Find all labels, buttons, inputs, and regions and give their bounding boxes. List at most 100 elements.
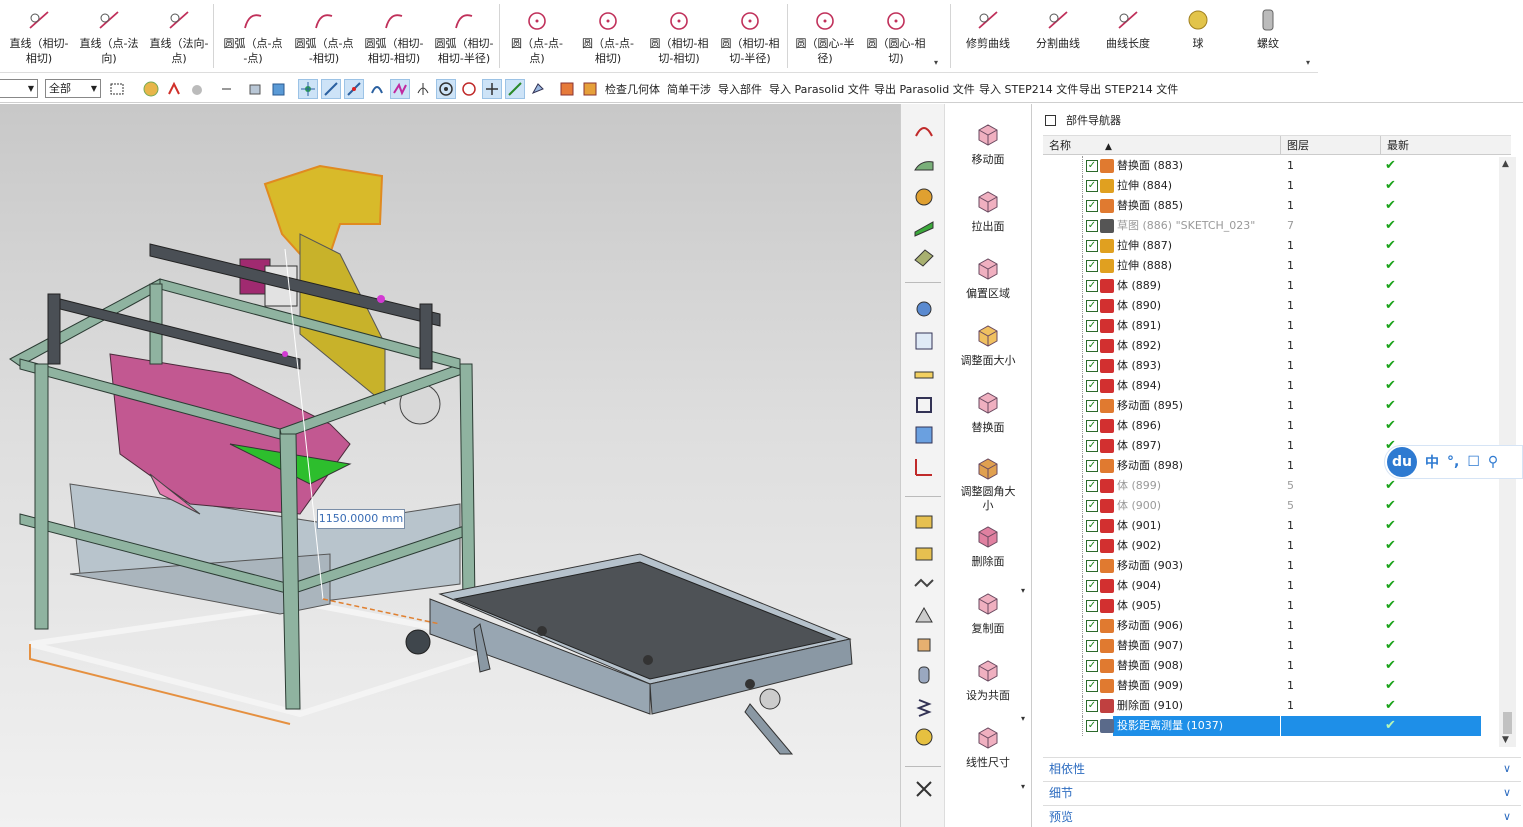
cube-view-icon[interactable] <box>269 79 289 99</box>
cylinder-icon[interactable] <box>911 662 937 688</box>
interference-icon[interactable] <box>580 79 600 99</box>
feature-button-4[interactable]: 替换面 <box>945 380 1031 446</box>
export-parasolid-link[interactable]: 导出 Parasolid 文件 <box>874 81 975 97</box>
tree-row[interactable]: ✓ 体 (893) 1 ✔ <box>1043 356 1511 376</box>
visibility-checkbox[interactable]: ✓ <box>1086 640 1098 652</box>
visibility-checkbox[interactable]: ✓ <box>1086 200 1098 212</box>
graphics-window[interactable]: 1150.0000 mm <box>0 104 900 827</box>
wave-icon[interactable] <box>911 570 937 596</box>
scope-filter-select[interactable]: 全部 ▼ <box>45 79 101 98</box>
more-options-icon[interactable]: ▾ <box>1021 714 1025 723</box>
tree-row[interactable]: ✓ 体 (900) 5 ✔ <box>1043 496 1511 516</box>
visibility-checkbox[interactable]: ✓ <box>1086 340 1098 352</box>
tree-row[interactable]: ✓ 体 (904) 1 ✔ <box>1043 576 1511 596</box>
simple-interference-link[interactable]: 简单干涉 <box>667 81 711 97</box>
snap-center-icon[interactable] <box>436 79 456 99</box>
ribbon-more-icon[interactable]: ▾ <box>1306 58 1310 67</box>
tree-row[interactable]: ✓ 替换面 (885) 1 ✔ <box>1043 196 1511 216</box>
fit-view-icon[interactable] <box>911 392 937 418</box>
ribbon-button-6[interactable]: 圆弧（相切- 相切-半径) <box>429 0 499 72</box>
ribbon-button-12[interactable]: 圆（圆心-相 切) <box>862 0 930 72</box>
visibility-checkbox[interactable]: ✓ <box>1086 720 1098 732</box>
visibility-checkbox[interactable]: ✓ <box>1086 620 1098 632</box>
assembly-icon[interactable] <box>911 508 937 534</box>
snap-existing-point-icon[interactable] <box>482 79 502 99</box>
ruler-icon[interactable] <box>911 362 937 388</box>
tree-row[interactable]: ✓ 移动面 (903) 1 ✔ <box>1043 556 1511 576</box>
visibility-checkbox[interactable]: ✓ <box>1086 500 1098 512</box>
feature-button-3[interactable]: 调整面大小 <box>945 313 1031 379</box>
visibility-checkbox[interactable]: ✓ <box>1086 420 1098 432</box>
visibility-checkbox[interactable]: ✓ <box>1086 580 1098 592</box>
angle-icon[interactable] <box>911 454 937 480</box>
visibility-checkbox[interactable]: ✓ <box>1086 220 1098 232</box>
more-options-icon[interactable]: ▾ <box>1021 782 1025 791</box>
import-parasolid-link[interactable]: 导入 Parasolid 文件 <box>769 81 870 97</box>
zoom-icon[interactable] <box>911 422 937 448</box>
feature-button-0[interactable]: 移动面 <box>945 112 1031 178</box>
snap-on-curve-icon[interactable] <box>505 79 525 99</box>
feature-button-1[interactable]: 拉出面 <box>945 179 1031 245</box>
ime-lang[interactable]: 中 <box>1425 452 1439 472</box>
selection-rect-icon[interactable] <box>107 79 127 99</box>
tree-row[interactable]: ✓ 体 (905) 1 ✔ <box>1043 596 1511 616</box>
snap-midpoint-icon[interactable] <box>344 79 364 99</box>
visibility-checkbox[interactable]: ✓ <box>1086 560 1098 572</box>
snap-tangent-icon[interactable] <box>413 79 433 99</box>
delete-x-icon[interactable] <box>911 776 937 802</box>
visibility-checkbox[interactable]: ✓ <box>1086 180 1098 192</box>
globe-icon[interactable] <box>141 79 161 99</box>
ribbon-button-5[interactable]: 圆弧（相切- 相切-相切) <box>359 0 429 72</box>
tree-row[interactable]: ✓ 体 (896) 1 ✔ <box>1043 416 1511 436</box>
tree-row[interactable]: ✓ 拉伸 (888) 1 ✔ <box>1043 256 1511 276</box>
col-name-header[interactable]: 名称 ▲ <box>1043 136 1281 155</box>
feature-button-2[interactable]: 偏置区域 <box>945 246 1031 312</box>
tree-row[interactable]: ✓ 拉伸 (887) 1 ✔ <box>1043 236 1511 256</box>
snap-quadrant-icon[interactable] <box>459 79 479 99</box>
ime-punct[interactable]: °, <box>1447 454 1459 470</box>
snap-endpoint-icon[interactable] <box>321 79 341 99</box>
ribbon-button-8[interactable]: 圆（点-点- 相切) <box>574 0 642 72</box>
ruled-surface-icon[interactable] <box>911 214 937 240</box>
visibility-checkbox[interactable]: ✓ <box>1086 280 1098 292</box>
type-filter-select[interactable]: ▼ <box>0 79 38 98</box>
visibility-checkbox[interactable]: ✓ <box>1086 600 1098 612</box>
feature-button-5[interactable]: 调整圆角大 小 <box>945 447 1031 513</box>
visibility-checkbox[interactable]: ✓ <box>1086 400 1098 412</box>
snap-intersection-icon[interactable] <box>390 79 410 99</box>
tree-row[interactable]: ✓ 替换面 (907) 1 ✔ <box>1043 636 1511 656</box>
sheet-surface-icon[interactable] <box>911 152 937 178</box>
ribbon-button-3[interactable]: 圆弧（点-点 -点) <box>218 0 288 72</box>
ime-toolbar[interactable]: du 中 °, ☐ ⚲ <box>1384 445 1523 479</box>
more-options-icon[interactable]: ▾ <box>1021 586 1025 595</box>
tree-row[interactable]: ✓ 体 (890) 1 ✔ <box>1043 296 1511 316</box>
col-latest-header[interactable]: 最新 <box>1381 136 1511 155</box>
visibility-checkbox[interactable]: ✓ <box>1086 680 1098 692</box>
mesh-surface-icon[interactable] <box>911 244 937 270</box>
tree-row[interactable]: ✓ 替换面 (909) 1 ✔ <box>1043 676 1511 696</box>
check-geometry-icon[interactable] <box>557 79 577 99</box>
spring-icon[interactable] <box>911 694 937 720</box>
ribbon-button-9[interactable]: 圆（相切-相 切-相切) <box>644 0 714 72</box>
tree-row[interactable]: ✓ 体 (892) 1 ✔ <box>1043 336 1511 356</box>
feature-button-8[interactable]: 设为共面 <box>945 648 1031 714</box>
snap-point-icon[interactable] <box>298 79 318 99</box>
axis-icon[interactable] <box>911 328 937 354</box>
scroll-thumb[interactable] <box>1503 712 1512 734</box>
ribbon-button-10[interactable]: 圆（相切-相 切-半径) <box>715 0 785 72</box>
tree-row[interactable]: ✓ 替换面 (908) 1 ✔ <box>1043 656 1511 676</box>
ribbon-button-13[interactable]: 修剪曲线 <box>958 0 1018 72</box>
ribbon-button-15[interactable]: 曲线长度 <box>1098 0 1158 72</box>
ribbon-button-4[interactable]: 圆弧（点-点 -相切) <box>289 0 359 72</box>
visibility-checkbox[interactable]: ✓ <box>1086 660 1098 672</box>
visibility-checkbox[interactable]: ✓ <box>1086 380 1098 392</box>
tree-row[interactable]: ✓ 投影距离测量 (1037) ✔ <box>1043 716 1511 736</box>
visibility-checkbox[interactable]: ✓ <box>1086 160 1098 172</box>
import-part-link[interactable]: 导入部件 <box>718 81 762 97</box>
snap-face-icon[interactable] <box>528 79 548 99</box>
ribbon-button-17[interactable]: 螺纹 <box>1238 0 1298 72</box>
visibility-checkbox[interactable]: ✓ <box>1086 360 1098 372</box>
tree-row[interactable]: ✓ 体 (901) 1 ✔ <box>1043 516 1511 536</box>
col-layer-header[interactable]: 图层 <box>1281 136 1381 155</box>
multicolor-surface-icon[interactable] <box>911 184 937 210</box>
